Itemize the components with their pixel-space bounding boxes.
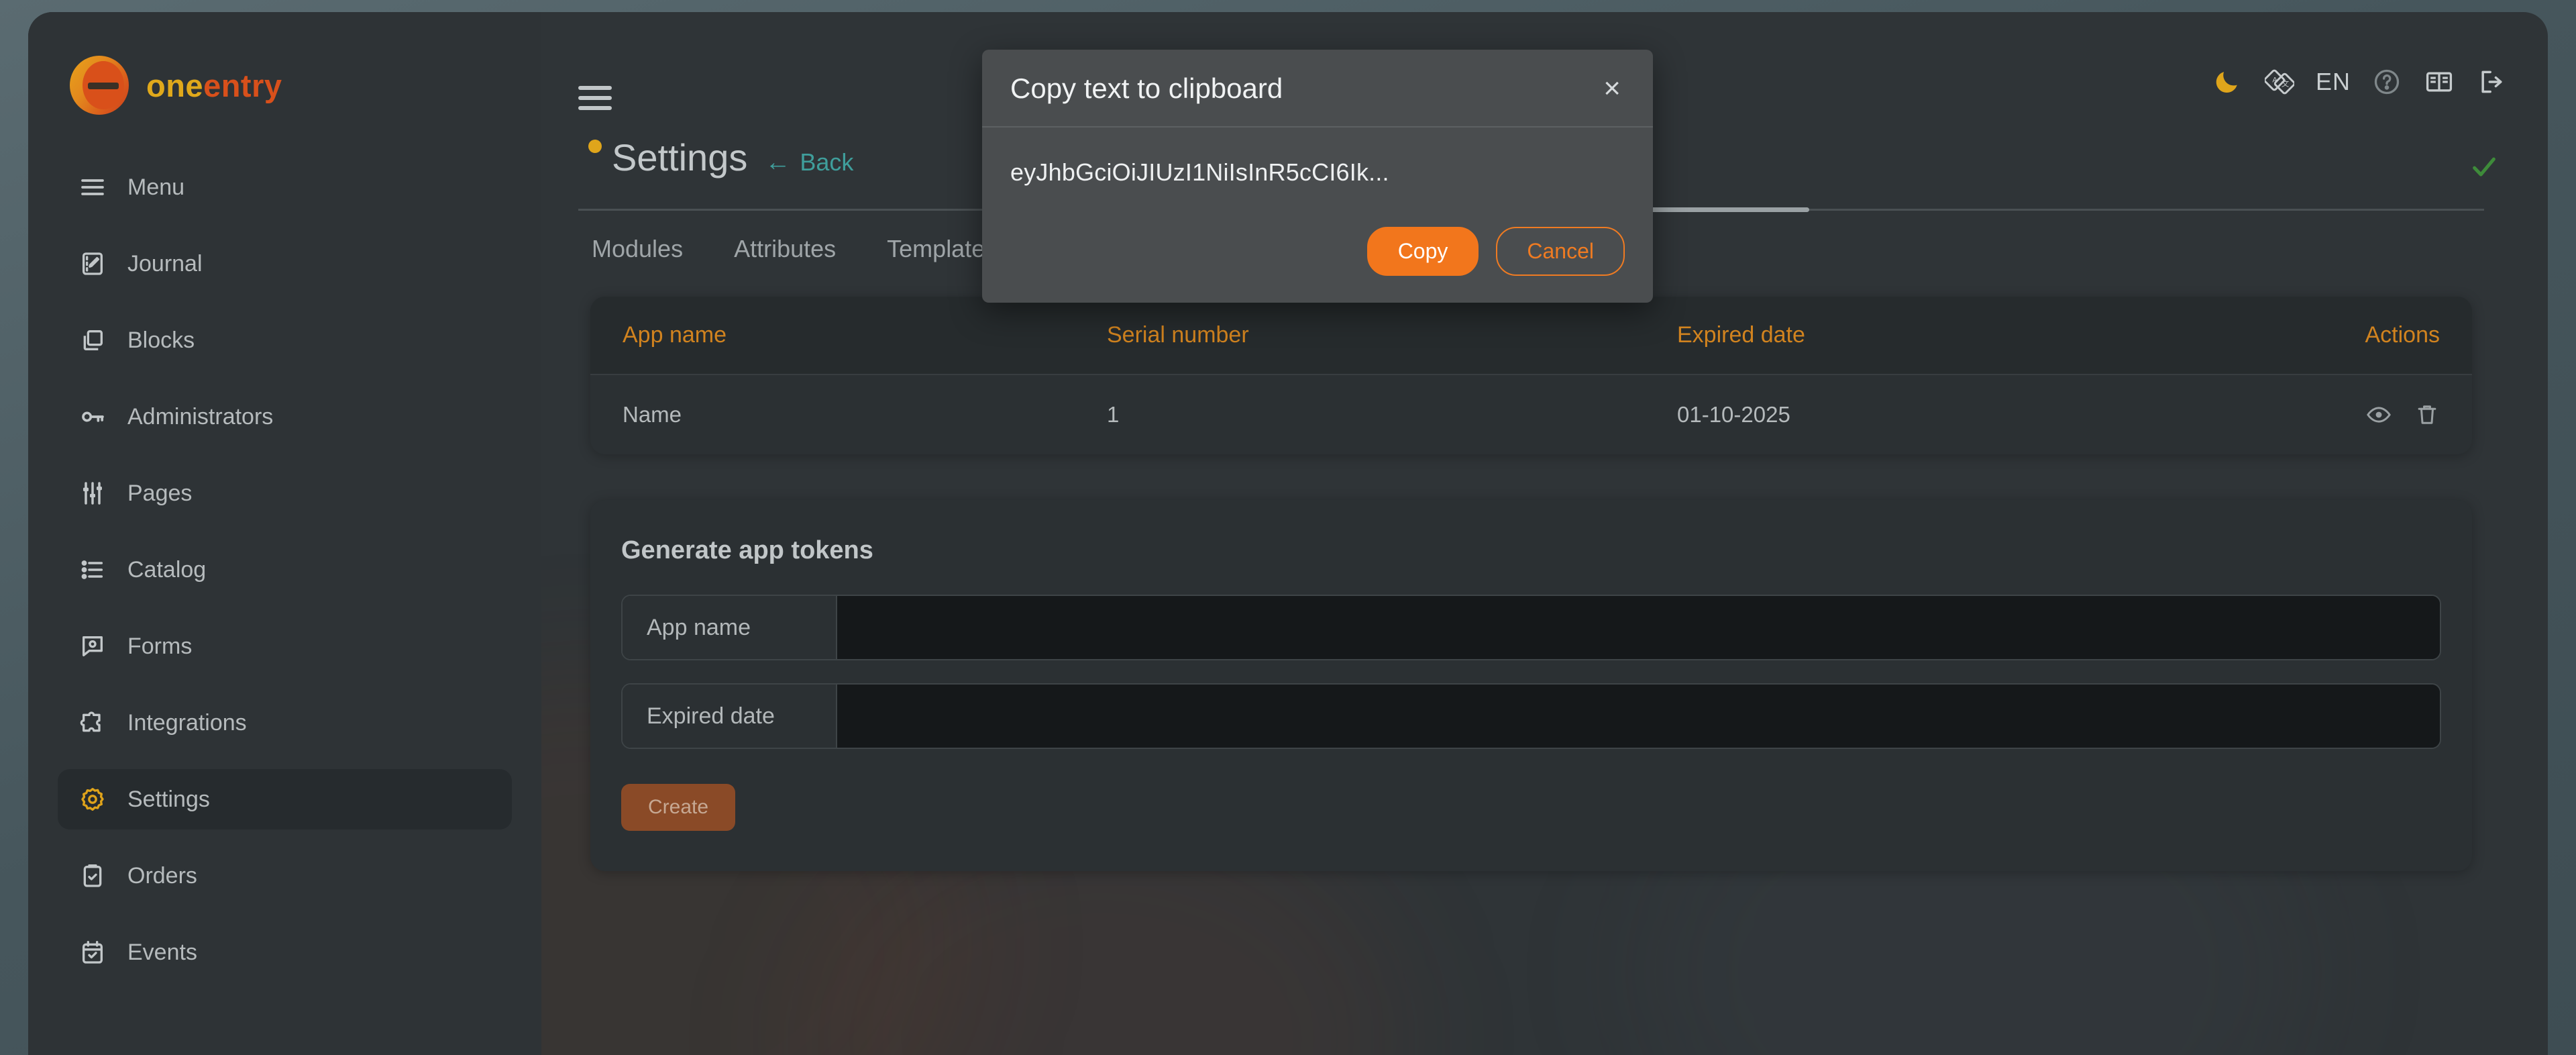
sidebar-item-events[interactable]: Events bbox=[58, 922, 512, 983]
logout-icon[interactable] bbox=[2474, 64, 2509, 99]
table-row[interactable]: Name 1 01-10-2025 bbox=[590, 374, 2472, 454]
sidebar-item-label: Blocks bbox=[127, 328, 195, 354]
delete-trash-icon[interactable] bbox=[2414, 402, 2440, 428]
sidebar-item-label: Menu bbox=[127, 174, 184, 201]
expired-date-input[interactable] bbox=[837, 685, 2440, 748]
sidebar-item-label: Administrators bbox=[127, 404, 273, 430]
journal-icon bbox=[78, 249, 107, 279]
translate-icon[interactable]: A文 bbox=[2262, 64, 2297, 99]
brand-name-one: one bbox=[146, 68, 203, 103]
modal-body: eyJhbGciOiJIUzI1NiIsInR5cCI6Ik... bbox=[982, 128, 1653, 197]
sidebar-item-label: Events bbox=[127, 940, 197, 966]
brand-logo[interactable]: oneentry bbox=[28, 12, 541, 119]
calendar-check-icon bbox=[78, 938, 107, 967]
moon-icon[interactable] bbox=[2210, 64, 2245, 99]
puzzle-icon bbox=[78, 708, 107, 738]
field-row-expired-date: Expired date bbox=[621, 683, 2441, 749]
column-header-serial-number: Serial number bbox=[1107, 297, 1677, 374]
sidebar-item-label: Forms bbox=[127, 634, 192, 660]
sidebar-item-administrators[interactable]: Administrators bbox=[58, 387, 512, 447]
table-body: Name 1 01-10-2025 bbox=[590, 374, 2472, 454]
sidebar-item-label: Catalog bbox=[127, 557, 206, 583]
modal-header: Copy text to clipboard × bbox=[982, 50, 1653, 128]
active-tab-indicator bbox=[1635, 207, 1809, 212]
green-check-icon bbox=[2469, 152, 2500, 183]
generate-form-title: Generate app tokens bbox=[621, 536, 2441, 565]
sidebar-item-catalog[interactable]: Catalog bbox=[58, 540, 512, 600]
back-link[interactable]: ← Back bbox=[765, 148, 853, 177]
field-row-app-name: App name bbox=[621, 595, 2441, 660]
sidebar-item-blocks[interactable]: Blocks bbox=[58, 310, 512, 370]
sidebar-item-label: Pages bbox=[127, 481, 192, 507]
brand-name-entry: entry bbox=[203, 68, 282, 103]
field-label-expired-date: Expired date bbox=[623, 685, 837, 748]
app-name-input[interactable] bbox=[837, 596, 2440, 659]
brand-name: oneentry bbox=[146, 67, 282, 104]
back-link-label: Back bbox=[800, 148, 853, 177]
svg-text:A: A bbox=[2272, 77, 2277, 85]
row-action-group bbox=[2361, 402, 2440, 428]
column-header-actions: Actions bbox=[2361, 297, 2472, 374]
language-selector[interactable]: EN bbox=[2314, 68, 2352, 96]
modal-title: Copy text to clipboard bbox=[1010, 72, 1283, 105]
sidebar-item-menu[interactable]: Menu bbox=[58, 157, 512, 217]
sliders-icon bbox=[78, 479, 107, 508]
question-circle-icon[interactable] bbox=[2369, 64, 2404, 99]
cell-serial-number: 1 bbox=[1107, 374, 1677, 454]
form-chat-icon bbox=[78, 632, 107, 661]
sidebar-item-forms[interactable]: Forms bbox=[58, 616, 512, 676]
sidebar-item-integrations[interactable]: Integrations bbox=[58, 693, 512, 753]
create-button[interactable]: Create bbox=[621, 784, 735, 831]
app-tokens-table: App name Serial number Expired date Acti… bbox=[590, 297, 2472, 454]
close-icon[interactable]: × bbox=[1599, 74, 1625, 103]
page-title: Settings bbox=[612, 136, 747, 179]
sidebar-item-pages[interactable]: Pages bbox=[58, 463, 512, 523]
blocks-icon bbox=[78, 325, 107, 355]
generate-app-tokens-card: Generate app tokens App name Expired dat… bbox=[590, 500, 2472, 871]
modal-token-text: eyJhbGciOiJIUzI1NiIsInR5cCI6Ik... bbox=[1010, 158, 1625, 187]
sidebar-item-journal[interactable]: Journal bbox=[58, 234, 512, 294]
gear-icon bbox=[78, 785, 107, 814]
sidebar-nav: Menu Journal Blocks bbox=[28, 157, 541, 983]
view-eye-icon[interactable] bbox=[2366, 402, 2392, 428]
sidebar-item-label: Journal bbox=[127, 251, 203, 277]
browser-viewport: oneentry Menu Journal bbox=[0, 0, 2576, 1055]
topbar: A文 EN bbox=[2210, 64, 2509, 99]
copy-button[interactable]: Copy bbox=[1367, 227, 1479, 276]
key-icon bbox=[78, 402, 107, 432]
sidebar: oneentry Menu Journal bbox=[28, 12, 541, 1055]
cell-expired-date: 01-10-2025 bbox=[1677, 374, 2361, 454]
list-icon bbox=[78, 555, 107, 585]
column-header-expired-date: Expired date bbox=[1677, 297, 2361, 374]
svg-text:文: 文 bbox=[2282, 79, 2289, 89]
oneentry-logo-icon bbox=[70, 56, 129, 115]
copy-to-clipboard-modal: Copy text to clipboard × eyJhbGciOiJIUzI… bbox=[982, 50, 1653, 303]
column-header-app-name: App name bbox=[590, 297, 1107, 374]
cancel-button[interactable]: Cancel bbox=[1496, 227, 1625, 276]
book-icon[interactable] bbox=[2422, 64, 2457, 99]
table-header-row: App name Serial number Expired date Acti… bbox=[590, 297, 2472, 374]
tab-attributes[interactable]: Attributes bbox=[733, 231, 837, 267]
clipboard-check-icon bbox=[78, 861, 107, 891]
sidebar-item-orders[interactable]: Orders bbox=[58, 846, 512, 906]
app-tokens-table-card: App name Serial number Expired date Acti… bbox=[590, 297, 2472, 454]
hamburger-menu-icon bbox=[78, 172, 107, 202]
sidebar-item-label: Integrations bbox=[127, 710, 247, 736]
table-head: App name Serial number Expired date Acti… bbox=[590, 297, 2472, 374]
modal-footer: Copy Cancel bbox=[982, 197, 1653, 303]
back-arrow-icon: ← bbox=[765, 150, 790, 175]
sidebar-item-settings[interactable]: Settings bbox=[58, 769, 512, 830]
page-status-dot bbox=[588, 140, 602, 153]
sidebar-item-label: Orders bbox=[127, 863, 197, 889]
cell-app-name: Name bbox=[590, 374, 1107, 454]
field-label-app-name: App name bbox=[623, 596, 837, 659]
cell-actions bbox=[2361, 374, 2472, 454]
sidebar-item-label: Settings bbox=[127, 787, 210, 813]
sidebar-toggle-icon[interactable] bbox=[578, 86, 612, 110]
tab-modules[interactable]: Modules bbox=[590, 231, 684, 267]
app-shell: oneentry Menu Journal bbox=[28, 12, 2548, 1055]
